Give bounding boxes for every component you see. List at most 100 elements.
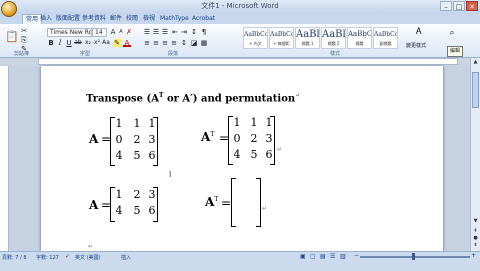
copy-icon[interactable]: ⎘ [20, 36, 28, 44]
maximize-button[interactable]: □ [453, 1, 465, 11]
scroll-thumb[interactable] [472, 72, 479, 108]
vertical-scrollbar[interactable]: ▲ ▼ ⇞ ● ⇟ [470, 58, 480, 251]
subscript-icon[interactable]: x₂ [84, 39, 92, 47]
multilevel-list-icon[interactable]: ☰ [161, 28, 169, 36]
window-title: 文件1 - Microsoft Word [201, 2, 279, 10]
find-icon[interactable]: ⌕ [446, 29, 458, 41]
zoom-slider[interactable] [360, 256, 470, 258]
view-outline-icon[interactable]: ☰ [330, 253, 335, 260]
italic-icon[interactable]: I [56, 39, 64, 47]
scroll-down-icon[interactable]: ▼ [472, 218, 479, 225]
matrix-cell: 1 [265, 116, 273, 129]
grow-font-icon[interactable]: A [109, 28, 117, 36]
next-page-icon[interactable]: ⇟ [472, 242, 479, 249]
strikethrough-icon[interactable]: ab [74, 39, 82, 47]
superscript-icon[interactable]: x² [93, 39, 101, 47]
zoom-slider-thumb[interactable] [412, 253, 415, 260]
text-cursor-icon: I [169, 170, 172, 179]
proofing-icon[interactable]: ✓ [65, 253, 70, 260]
change-styles-label[interactable]: 變更樣式 [406, 42, 426, 49]
status-bar: 頁數: 7 / 8 字數: 127 ✓ 英文 (美國) 插入 ▣ ▢ ▤ ☰ ▥… [0, 251, 480, 271]
sort-icon[interactable]: ↕ [190, 28, 198, 36]
equals-sign: = [221, 196, 232, 210]
font-size-select[interactable]: 14 [92, 28, 107, 37]
bold-icon[interactable]: B [47, 39, 55, 47]
tab-mathtype[interactable]: MathType [160, 14, 189, 24]
view-draft-icon[interactable]: ▥ [340, 253, 346, 260]
close-button[interactable]: ✕ [466, 1, 478, 11]
view-fullscreen-icon[interactable]: ▢ [310, 253, 316, 260]
style-heading-1[interactable]: AaBl 標題 1 [295, 27, 320, 49]
tab-acrobat[interactable]: Acrobat [192, 14, 215, 24]
group-label-clipboard: 剪貼簿 [14, 51, 30, 57]
edit-tooltip: 編輯 [447, 46, 463, 57]
scroll-up-icon[interactable]: ▲ [472, 59, 479, 66]
language[interactable]: 英文 (美國) [75, 254, 101, 261]
matrix-cell: 4 [233, 148, 241, 161]
paragraph-mark: ↵ [277, 146, 283, 153]
matrix-cell: 1 [115, 188, 123, 201]
tab-insert[interactable]: 插入 [40, 14, 52, 24]
change-case-icon[interactable]: Aa [102, 39, 110, 47]
matrix-cell: 1 [148, 117, 156, 130]
page-count[interactable]: 頁數: 7 / 8 [2, 254, 27, 261]
decrease-indent-icon[interactable]: ⇤ [171, 28, 179, 36]
zoom-out-icon[interactable]: − [354, 252, 359, 259]
matrix-cell: 4 [115, 204, 123, 217]
align-left-icon[interactable]: ≡ [143, 39, 151, 47]
vertical-ruler[interactable] [0, 66, 9, 251]
title-bar: 文件1 - Microsoft Word – □ ✕ [0, 0, 480, 14]
paragraph-mark: ↵ [262, 205, 268, 212]
tab-view[interactable]: 檢視 [143, 14, 155, 24]
paste-icon[interactable]: 📋 [5, 30, 19, 44]
tab-home[interactable]: 常用 [22, 14, 43, 24]
tab-review[interactable]: 校閱 [126, 14, 138, 24]
change-styles-icon[interactable]: Ꭺ [412, 28, 426, 40]
matrix-cell: 6 [148, 149, 156, 162]
increase-indent-icon[interactable]: ⇥ [180, 28, 188, 36]
bracket-left [231, 178, 236, 227]
shading-icon[interactable]: ◪ [190, 39, 198, 47]
style-no-spacing[interactable]: AaBbCcD + 無間距 [269, 27, 294, 49]
tab-page-layout[interactable]: 版面配置 [56, 14, 80, 24]
align-center-icon[interactable]: ≡ [152, 39, 160, 47]
borders-icon[interactable]: ▦ [200, 39, 208, 47]
matrix-cell: 1 [233, 116, 241, 129]
style-normal[interactable]: AaBbCcD + 內文 [243, 27, 268, 49]
style-heading-2[interactable]: AaBl 標題 2 [321, 27, 346, 49]
minimize-button[interactable]: – [440, 1, 452, 11]
line-spacing-icon[interactable]: ↕ [180, 39, 188, 47]
prev-page-icon[interactable]: ⇞ [472, 228, 479, 235]
show-marks-icon[interactable]: ¶ [200, 28, 208, 36]
font-name-select[interactable]: Times New Roma [47, 28, 92, 37]
group-label-paragraph: 段落 [168, 51, 179, 57]
tab-references[interactable]: 參考資料 [82, 14, 106, 24]
horizontal-ruler[interactable] [38, 58, 458, 65]
shrink-font-icon[interactable]: A [117, 28, 125, 36]
font-color-icon[interactable]: A [123, 39, 131, 47]
style-subtitle[interactable]: AaBbCcD 副標題 [373, 27, 398, 49]
align-right-icon[interactable]: ≡ [161, 39, 169, 47]
bullets-icon[interactable]: ☰ [143, 28, 151, 36]
ribbon-tabs: 常用 插入 版面配置 參考資料 郵件 校閱 檢視 MathType Acroba… [0, 14, 480, 24]
office-button[interactable] [1, 1, 17, 17]
matrix-a-label: A [89, 198, 99, 212]
matrix-cell: 1 [115, 117, 123, 130]
cut-icon[interactable]: ✂ [20, 27, 28, 35]
view-print-layout-icon[interactable]: ▣ [300, 253, 306, 260]
insert-mode[interactable]: 插入 [121, 254, 131, 261]
matrix-cell: 3 [148, 188, 156, 201]
numbering-icon[interactable]: ☰ [152, 28, 160, 36]
highlight-icon[interactable]: ✎ [113, 39, 121, 47]
underline-icon[interactable]: U [65, 39, 73, 47]
matrix-cell: 3 [265, 132, 273, 145]
style-title[interactable]: AaBbC 標題 [347, 27, 372, 49]
view-web-icon[interactable]: ▤ [320, 253, 326, 260]
matrix-a-label: A [89, 132, 99, 146]
zoom-in-icon[interactable]: + [471, 252, 476, 259]
browse-object-icon[interactable]: ● [472, 235, 479, 242]
tab-mailings[interactable]: 郵件 [110, 14, 122, 24]
word-count[interactable]: 字數: 127 [36, 254, 59, 261]
justify-icon[interactable]: ≡ [170, 39, 178, 47]
clear-format-icon[interactable]: ✗ [125, 28, 133, 36]
